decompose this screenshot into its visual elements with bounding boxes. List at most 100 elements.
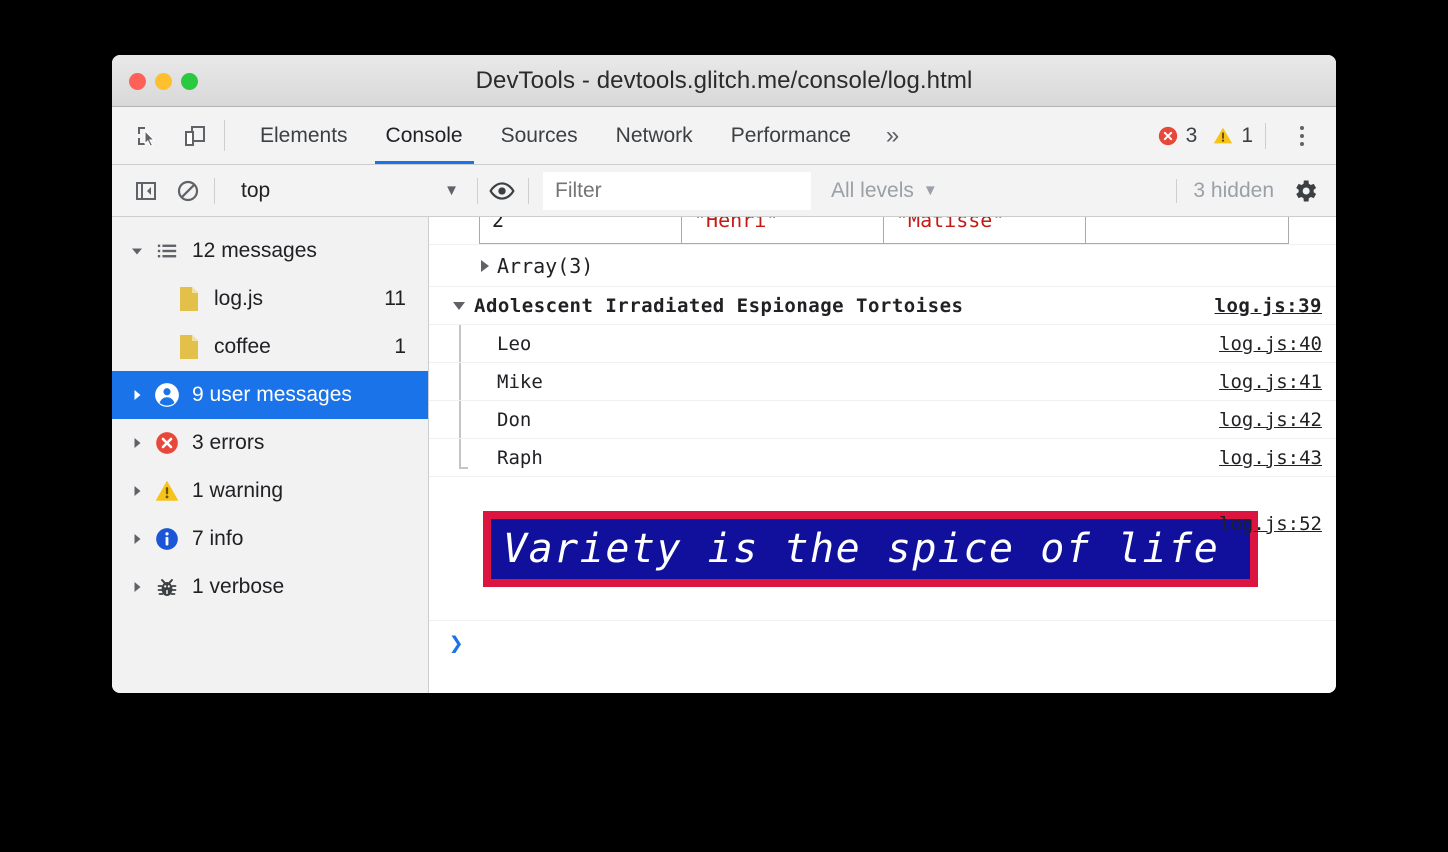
list-icon [150,240,184,262]
execution-context-value: top [241,179,270,203]
sidebar-item-warning[interactable]: 1 warning [112,467,428,515]
console-group-header[interactable]: Adolescent Irradiated Espionage Tortoise… [429,287,1336,325]
array-preview-label: Array(3) [497,254,593,278]
close-window-button[interactable] [129,73,146,90]
gear-icon[interactable] [1288,174,1322,208]
info-icon [150,526,184,552]
source-link[interactable]: log.js:41 [1219,371,1322,393]
console-toolbar-divider-1 [214,178,215,204]
panel-tabs: Elements Console Sources Network Perform… [241,107,915,164]
array-preview-row[interactable]: Array(3) [429,245,1336,287]
table-row: 2 "Henri" "Matisse" [480,217,1289,244]
source-link[interactable]: log.js:43 [1219,447,1322,469]
kebab-menu-icon[interactable] [1282,116,1322,156]
chevron-down-icon: ▼ [923,182,938,199]
message-text: Mike [497,371,543,393]
error-icon [150,430,184,456]
clear-console-icon[interactable] [172,175,204,207]
tabstrip-tool-icons [112,107,220,164]
chevron-right-icon[interactable] [130,532,150,546]
tabstrip-right-divider [1265,123,1266,149]
chevron-right-icon[interactable] [130,388,150,402]
console-toolbar-divider-3 [528,178,529,204]
console-group-body: Leo log.js:40 Mike log.js:41 Don log.js:… [429,325,1336,477]
hidden-messages-count[interactable]: 3 hidden [1176,179,1288,203]
live-expression-icon[interactable] [486,175,518,207]
console-body: 12 messages log.js 11 [112,217,1336,693]
tab-network[interactable]: Network [597,107,712,164]
console-toolbar: top ▼ All levels ▼ 3 hidden [112,165,1336,217]
chevron-down-icon[interactable] [453,302,465,310]
table-cell-index: 2 [480,217,682,244]
tab-elements[interactable]: Elements [241,107,367,164]
sidebar-item-verbose[interactable]: 1 verbose [112,563,428,611]
styled-console-message: log.js:52 Variety is the spice of life [429,511,1336,621]
tabstrip-divider [224,120,225,151]
sidebar-item-label: 1 warning [192,479,283,503]
zoom-window-button[interactable] [181,73,198,90]
sidebar-item-count: 1 [394,335,428,359]
source-link[interactable]: log.js:52 [1219,513,1322,535]
execution-context-selector[interactable]: top ▼ [231,174,469,208]
error-icon [1157,125,1179,147]
device-toolbar-icon[interactable] [178,119,212,153]
devtools-window: DevTools - devtools.glitch.me/console/lo… [112,55,1336,693]
sidebar-item-label: coffee [214,335,271,359]
log-level-selector[interactable]: All levels ▼ [815,179,954,203]
more-tabs-button[interactable]: » [870,107,915,164]
warning-icon [1212,125,1234,147]
console-sidebar: 12 messages log.js 11 [112,217,429,693]
user-icon [150,382,184,408]
sidebar-item-errors[interactable]: 3 errors [112,419,428,467]
traffic-lights [129,73,198,90]
console-message: Mike log.js:41 [429,363,1336,401]
tab-console[interactable]: Console [367,107,482,164]
source-link[interactable]: log.js:42 [1219,409,1322,431]
chevron-right-icon[interactable] [130,484,150,498]
source-link[interactable]: log.js:40 [1219,333,1322,355]
source-link[interactable]: log.js:39 [1215,295,1322,317]
tab-sources[interactable]: Sources [482,107,597,164]
chevron-right-icon[interactable] [130,436,150,450]
sidebar-toggle-icon[interactable] [130,175,162,207]
message-text: Raph [497,447,543,469]
message-text: Don [497,409,531,431]
sidebar-item-log-js[interactable]: log.js 11 [112,275,428,323]
sidebar-item-user-messages[interactable]: 9 user messages [112,371,428,419]
sidebar-item-label: log.js [214,287,263,311]
sidebar-item-messages[interactable]: 12 messages [112,227,428,275]
chevron-down-icon[interactable] [130,244,150,258]
tabstrip-right-group: 3 1 [1157,107,1336,164]
file-icon [172,334,206,360]
bug-icon [150,575,184,599]
table-cell-second: "Matisse" [884,217,1086,244]
log-level-label: All levels [831,179,914,203]
message-text: Leo [497,333,531,355]
error-count: 3 [1186,124,1198,148]
sidebar-item-coffee[interactable]: coffee 1 [112,323,428,371]
console-toolbar-divider-2 [477,178,478,204]
sidebar-item-info[interactable]: 7 info [112,515,428,563]
console-table-message: 2 "Henri" "Matisse" [429,217,1336,245]
table-cell-first: "Henri" [682,217,884,244]
console-message: Leo log.js:40 [429,325,1336,363]
table-cell-third [1086,217,1289,244]
chevron-right-icon[interactable] [130,580,150,594]
chevron-right-icon[interactable] [481,260,489,272]
styled-message-text: Variety is the spice of life [503,526,1219,572]
console-message: Raph log.js:43 [429,439,1336,477]
window-title: DevTools - devtools.glitch.me/console/lo… [112,67,1336,95]
inspect-element-icon[interactable] [130,119,164,153]
group-header-text: Adolescent Irradiated Espionage Tortoise… [474,295,964,317]
filter-input[interactable] [543,172,811,210]
sidebar-item-label: 1 verbose [192,575,284,599]
console-prompt-row[interactable]: ❯ [429,621,1336,665]
minimize-window-button[interactable] [155,73,172,90]
console-output: 2 "Henri" "Matisse" Array(3) Adolescent … [429,217,1336,693]
window-titlebar: DevTools - devtools.glitch.me/console/lo… [112,55,1336,107]
tab-performance[interactable]: Performance [712,107,870,164]
sidebar-item-label: 3 errors [192,431,264,455]
console-message: Don log.js:42 [429,401,1336,439]
file-icon [172,286,206,312]
issue-counters[interactable]: 3 1 [1157,124,1261,148]
